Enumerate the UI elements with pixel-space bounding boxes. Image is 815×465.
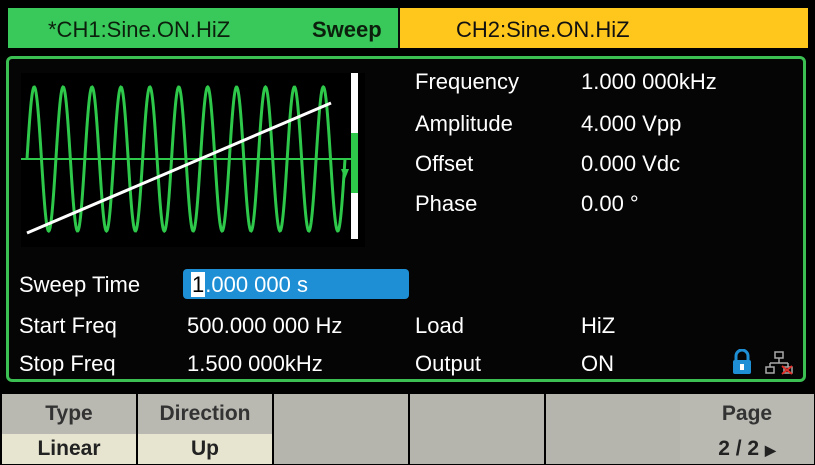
tab-ch2[interactable]: CH2:Sine.ON.HiZ (400, 8, 808, 48)
ch1-label: *CH1:Sine.ON.HiZ (48, 17, 231, 42)
softkey-direction[interactable]: Direction Up (138, 394, 272, 464)
start-freq-value[interactable]: 500.000 000 Hz (187, 313, 342, 339)
amplitude-value[interactable]: 4.000 Vpp (581, 111, 681, 137)
phase-value[interactable]: 0.00 ° (581, 191, 639, 217)
softkey-page-title: Page (721, 402, 773, 425)
softkey-3[interactable] (274, 394, 408, 464)
softkey-page[interactable]: Page 2 / 2 ▶ (680, 394, 814, 464)
main-panel: Frequency 1.000 000kHz Amplitude 4.000 V… (6, 56, 806, 382)
mode-label: Sweep (312, 17, 382, 42)
amplitude-label: Amplitude (415, 111, 513, 136)
softkey-5[interactable] (546, 394, 680, 464)
output-label: Output (415, 351, 482, 376)
waveform-preview (21, 73, 365, 247)
offset-label: Offset (415, 151, 474, 176)
softkey-type[interactable]: Type Linear (2, 394, 136, 464)
page-indicator: 2 / 2 (718, 437, 760, 460)
network-icon (765, 351, 793, 375)
load-value[interactable]: HiZ (581, 313, 615, 339)
stop-freq-value[interactable]: 1.500 000kHz (187, 351, 323, 377)
lock-icon (733, 349, 751, 374)
output-value[interactable]: ON (581, 351, 614, 377)
next-page-arrow-icon: ▶ (764, 442, 776, 458)
softkey-page-value: 2 / 2 ▶ (680, 434, 814, 464)
edit-cursor: 1 (191, 272, 206, 297)
softkey-bar: Type Linear Direction Up Page 2 / 2 ▶ (0, 394, 815, 464)
sweep-time-value-rest: .000 000 s (205, 272, 308, 297)
sweep-time-value[interactable]: 1.000 000 s (191, 272, 308, 298)
frequency-label: Frequency (415, 69, 519, 94)
load-label: Load (415, 313, 464, 338)
softkey-4[interactable] (410, 394, 544, 464)
channel-header: *CH1:Sine.ON.HiZ Sweep CH2:Sine.ON.HiZ (0, 0, 815, 56)
ch2-label: CH2:Sine.ON.HiZ (456, 17, 630, 42)
softkey-direction-title: Direction (159, 402, 251, 425)
sweep-time-field[interactable]: 1.000 000 s (183, 269, 409, 299)
tab-ch1[interactable]: *CH1:Sine.ON.HiZ Sweep (8, 8, 400, 48)
softkey-type-title: Type (45, 402, 93, 425)
sweep-time-label: Sweep Time (19, 272, 141, 297)
softkey-type-value: Linear (2, 434, 136, 464)
frequency-value[interactable]: 1.000 000kHz (581, 69, 717, 95)
phase-label: Phase (415, 191, 478, 216)
softkey-direction-value: Up (138, 434, 272, 464)
offset-value[interactable]: 0.000 Vdc (581, 151, 680, 177)
stop-freq-label: Stop Freq (19, 351, 116, 376)
start-freq-label: Start Freq (19, 313, 117, 338)
waveform-graphic (21, 73, 358, 239)
